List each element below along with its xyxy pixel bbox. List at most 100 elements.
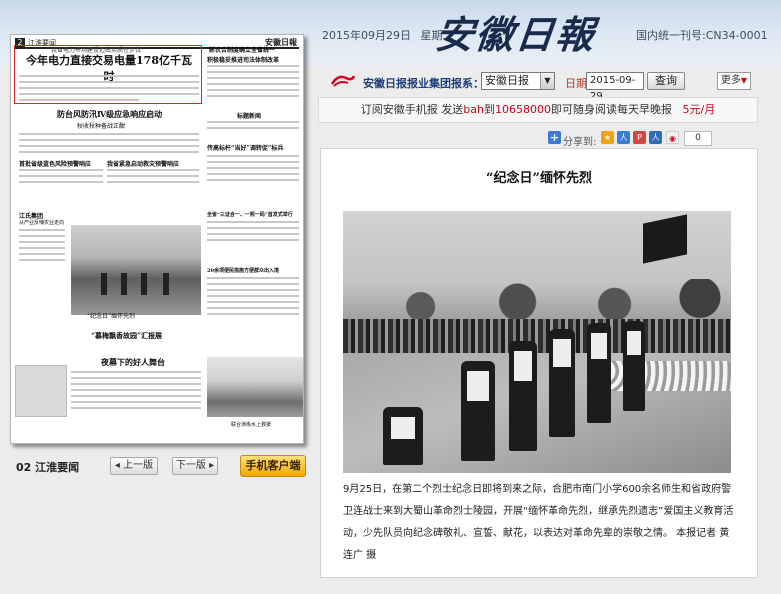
text-line (207, 155, 299, 157)
text-line (207, 89, 299, 91)
paper-select-value: 安徽日报 (485, 74, 529, 87)
share-plus-icon[interactable]: + (548, 131, 561, 144)
thumb-headline[interactable]: 积极稳妥推进司法体制改革 (207, 55, 279, 64)
figure-shape (163, 273, 169, 295)
text-line (19, 247, 65, 249)
renren-share-icon[interactable]: 人 (617, 131, 630, 144)
photo-shirt (591, 333, 607, 359)
thumb-headline[interactable]: 标题新闻 (237, 111, 261, 120)
text-line (207, 121, 299, 123)
thumb-headline[interactable]: 新农合制度确立全省统一 (209, 45, 275, 54)
photo-flowers (593, 361, 731, 391)
share-count: 0 (684, 131, 712, 146)
date-input[interactable]: 2015-09-29 (586, 72, 644, 102)
thumb-headline[interactable]: 首批省级蓝色风险预警响应 (19, 159, 91, 168)
subscribe-banner[interactable]: 订阅安徽手机报 发送bah到10658000即可随身阅读每天早晚报 5元/月 (318, 97, 758, 123)
thumb-ad-box[interactable] (15, 365, 67, 417)
mobile-client-button[interactable]: 手机客户端 (240, 455, 306, 477)
subscribe-suffix: 即可随身阅读每天早晚报 (550, 103, 672, 116)
sina-share-icon[interactable]: ◉ (666, 131, 679, 144)
figure-shape (121, 273, 127, 295)
photo-shirt (391, 417, 415, 439)
text-line (207, 71, 299, 73)
text-line (71, 401, 201, 403)
article-photo[interactable] (343, 211, 731, 473)
text-line (71, 371, 201, 373)
photo-flag (643, 214, 687, 264)
chevron-left-icon: ◂ (114, 460, 120, 471)
current-page-label: 02 江淮要闻 (16, 461, 80, 474)
paper-select[interactable]: 安徽日报 ▼ (481, 72, 555, 90)
text-line (71, 395, 201, 397)
text-line (19, 93, 199, 95)
text-line (207, 239, 299, 241)
text-line (19, 145, 199, 147)
text-line (207, 233, 299, 235)
weibo-share-icon[interactable]: P (633, 131, 646, 144)
text-line (19, 133, 199, 135)
text-line (207, 289, 299, 291)
text-line (207, 295, 299, 297)
text-line (71, 383, 201, 385)
text-line (71, 407, 201, 409)
triangle-down-icon: ▼ (740, 76, 748, 85)
thumb-headline[interactable]: 20余项便民措施方便群众出入境 (207, 267, 279, 274)
subscribe-to: 到 (483, 103, 495, 116)
photo-shirt (514, 351, 532, 381)
issn-number: 国内统一刊号:CN34-0001 (636, 29, 768, 42)
chevron-right-icon: ▸ (209, 460, 215, 471)
newspaper-page-thumbnail[interactable]: 2 江淮要闻 安徽日報 我省电力市场建设迈出实质性步伐 今年电力直接交易电量17… (10, 34, 304, 444)
subscribe-number: 10658000 (494, 103, 551, 116)
text-line (19, 87, 199, 89)
thumb-headline[interactable]: 防台风防汛Ⅳ级应急响应启动 (57, 109, 162, 120)
group-logo-icon (330, 75, 356, 87)
next-page-label: 下一版 (175, 460, 206, 471)
thumb-photo-rescue[interactable] (207, 357, 303, 417)
prev-page-label: 上一版 (123, 460, 154, 471)
text-line (19, 81, 199, 83)
thumb-headline[interactable]: 全省“三证合一、一照一码”首发式举行 (207, 211, 293, 218)
thumb-headline[interactable]: 传高标杆“当好”调转促”标兵 (207, 143, 283, 152)
article-body: 9月25日，在第二个烈士纪念日即将到来之际，合肥市南门小学600余名师生和省政府… (343, 484, 734, 561)
masthead-logo[interactable]: 安徽日報 (433, 4, 599, 59)
text-line (19, 229, 65, 231)
text-line (19, 75, 199, 77)
text-line (71, 389, 201, 391)
thumb-headline[interactable]: 我省紧急启动救灾预警响应 (107, 159, 179, 168)
text-line (107, 169, 199, 171)
next-page-button[interactable]: 下一版 ▸ (172, 457, 218, 475)
figure-shape (141, 273, 147, 295)
thumb-headline[interactable]: “慕梅飘香故园”汇报展 (91, 331, 162, 341)
thumb-photo-ceremony[interactable] (71, 225, 201, 315)
thumb-caption: “纪念日”缅怀先烈 (87, 313, 136, 320)
thumb-headline[interactable]: 夜幕下的好人舞台 (101, 357, 165, 368)
photo-crowd (343, 319, 731, 353)
text-line (207, 161, 299, 163)
more-button[interactable]: 更多▼ (717, 72, 751, 90)
figure-shape (101, 273, 107, 295)
text-line (207, 227, 299, 229)
text-line (107, 181, 199, 183)
text-line (207, 283, 299, 285)
more-label: 更多 (720, 75, 741, 86)
query-button[interactable]: 查询 (647, 72, 685, 90)
prev-page-button[interactable]: ◂ 上一版 (110, 457, 158, 475)
share-label: 分享到: (563, 137, 597, 148)
text-line (207, 277, 299, 279)
text-line (19, 151, 199, 153)
thumb-subhead: 从产业反哺农业走向 (19, 220, 65, 226)
qzone-share-icon[interactable]: ★ (601, 131, 614, 144)
article-title: “纪念日”缅怀先烈 (486, 171, 592, 186)
text-line (207, 301, 299, 303)
text-line (19, 139, 199, 141)
text-line (19, 235, 65, 237)
text-line (207, 307, 299, 309)
chevron-down-icon[interactable]: ▼ (540, 73, 554, 89)
photo-shirt (553, 339, 571, 367)
thumb-subhead: 秋收秋种备战正酣 (77, 123, 126, 130)
text-line (19, 169, 103, 171)
tencent-weibo-share-icon[interactable]: 人 (649, 131, 662, 144)
text-line (207, 179, 299, 181)
thumb-lead-headline[interactable]: 今年电力直接交易电量178亿千瓦时 (21, 52, 197, 84)
subscribe-code: bah (463, 103, 484, 116)
